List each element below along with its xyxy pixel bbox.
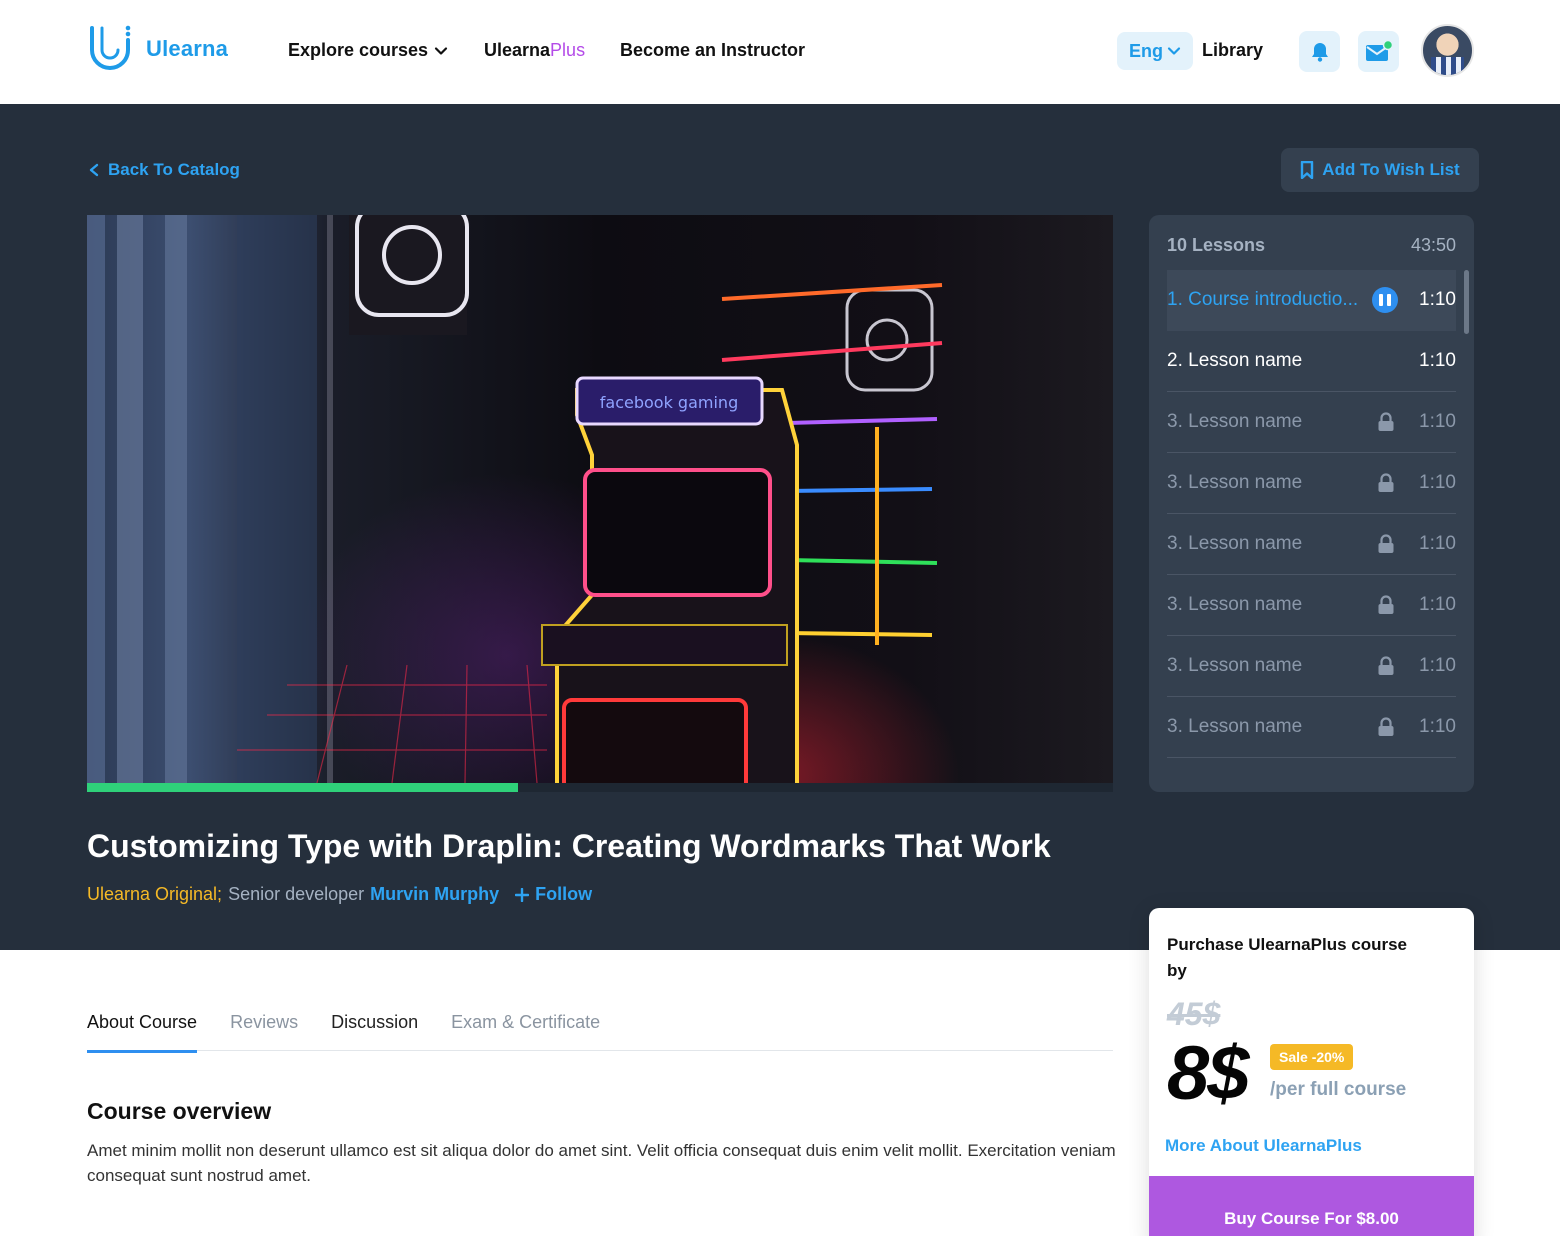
tab-exam-certificate[interactable]: Exam & Certificate <box>451 1012 600 1051</box>
wishlist-label: Add To Wish List <box>1322 160 1460 179</box>
top-header: Ulearna Explore courses UlearnaPlus Beco… <box>0 0 1560 104</box>
overview-text: Amet minim mollit non deserunt ullamco e… <box>87 1141 1116 1185</box>
messages-button[interactable] <box>1358 31 1399 72</box>
chevron-left-icon <box>89 163 99 177</box>
back-to-catalog-link[interactable]: Back To Catalog <box>88 160 240 180</box>
lock-icon <box>1376 717 1396 737</box>
overview-title: Course overview <box>87 1098 272 1124</box>
video-progress-fill <box>87 783 518 792</box>
lesson-name: 3. Lesson name <box>1167 533 1303 554</box>
language-select[interactable]: Eng <box>1117 32 1193 70</box>
lesson-name: 2. Lesson name <box>1167 350 1303 371</box>
lesson-item[interactable]: 3. Lesson name 1:10 <box>1167 575 1456 636</box>
lesson-duration: 1:10 <box>1419 350 1456 371</box>
more-about-plus-link[interactable]: More About UlearnaPlus <box>1165 1136 1362 1156</box>
language-value: Eng <box>1129 40 1163 61</box>
lesson-name: 3. Lesson name <box>1167 411 1303 432</box>
lesson-name: 3. Lesson name <box>1167 594 1303 615</box>
lesson-item[interactable]: 3. Lesson name 1:10 <box>1167 453 1456 514</box>
nav-instructor-label: Become an Instructor <box>620 40 806 60</box>
lesson-item[interactable]: 3. Lesson name 1:10 <box>1167 392 1456 453</box>
lesson-item[interactable]: 3. Lesson name 1:10 <box>1167 514 1456 575</box>
lessons-count: 10 Lessons <box>1167 235 1266 255</box>
lessons-header: 10 Lessons 43:50 <box>1167 235 1456 256</box>
lesson-name: 3. Lesson name <box>1167 716 1303 737</box>
lessons-panel: 10 Lessons 43:50 1. Course introductio..… <box>1149 215 1474 792</box>
lesson-duration: 1:10 <box>1419 655 1456 676</box>
notifications-button[interactable] <box>1299 31 1340 72</box>
lesson-list: 1. Course introductio... 1:10 2. Lesson na… <box>1167 270 1456 758</box>
nav-become-instructor[interactable]: Become an Instructor <box>620 40 805 61</box>
nav-library[interactable]: Library <box>1202 40 1263 61</box>
lesson-item[interactable]: 3. Lesson name 1:10 <box>1167 636 1456 697</box>
lesson-name: 3. Lesson name <box>1167 655 1303 676</box>
lock-icon <box>1376 473 1396 493</box>
lessons-scrollbar[interactable] <box>1464 270 1469 334</box>
chevron-down-icon <box>1167 47 1181 55</box>
svg-text:facebook gaming: facebook gaming <box>600 393 738 412</box>
nav-plus-base: Ulearna <box>484 40 551 60</box>
purchase-card: Purchase UlearnaPlus course by 45$ 8$ Sa… <box>1149 908 1474 1236</box>
lesson-duration: 1:10 <box>1419 411 1456 432</box>
chevron-down-icon <box>434 46 448 55</box>
video-frame: facebook gaming <box>87 215 943 783</box>
lesson-item[interactable]: 2. Lesson name 1:10 <box>1167 331 1456 392</box>
back-label: Back To Catalog <box>108 160 240 179</box>
old-price: 45$ <box>1167 996 1221 1032</box>
nav-plus-suffix: Plus <box>550 40 586 60</box>
tab-about-course[interactable]: About Course <box>87 1012 198 1053</box>
avatar[interactable] <box>1421 24 1474 77</box>
buy-course-button[interactable]: Buy Course For $8.00 <box>1149 1176 1474 1236</box>
bookmark-icon <box>1301 161 1314 179</box>
lock-icon <box>1376 534 1396 554</box>
follow-label: Follow <box>535 884 593 904</box>
tab-discussion[interactable]: Discussion <box>331 1012 418 1051</box>
lesson-duration: 1:10 <box>1419 716 1456 737</box>
brand-name: Ulearna <box>146 36 229 61</box>
video-progress-bar[interactable] <box>87 783 1113 792</box>
brand-logo[interactable]: Ulearna <box>86 24 228 74</box>
video-player[interactable]: facebook gaming <box>87 215 1113 783</box>
buy-label: Buy Course For $8.00 <box>1224 1209 1399 1228</box>
lock-icon <box>1376 412 1396 432</box>
lesson-item[interactable]: 1. Course introductio... 1:10 <box>1167 270 1456 331</box>
lesson-duration: 1:10 <box>1419 289 1456 310</box>
lesson-item[interactable]: 3. Lesson name 1:10 <box>1167 697 1456 758</box>
lesson-name: 3. Lesson name <box>1167 472 1303 493</box>
course-meta: Ulearna Original; Senior developer Murvi… <box>87 884 592 905</box>
pause-icon[interactable] <box>1372 287 1398 313</box>
sale-badge: Sale -20% <box>1270 1044 1354 1070</box>
nav-explore-courses[interactable]: Explore courses <box>288 40 448 61</box>
ulearna-logo-icon <box>90 25 131 70</box>
follow-button[interactable]: Follow <box>515 884 592 905</box>
lesson-name: 1. Course introductio... <box>1167 289 1359 310</box>
author-link[interactable]: Murvin Murphy <box>370 884 499 905</box>
lock-icon <box>1376 656 1396 676</box>
author-role: Senior developer <box>228 884 365 904</box>
nav-explore-label: Explore courses <box>288 40 429 60</box>
mail-icon <box>1365 39 1393 61</box>
course-tabs: About Course Reviews Discussion Exam & C… <box>87 1012 1113 1053</box>
nav-ulearna-plus[interactable]: UlearnaPlus <box>484 40 585 61</box>
per-course-label: /per full course <box>1270 1079 1407 1100</box>
tab-reviews[interactable]: Reviews <box>230 1012 298 1051</box>
original-label: Ulearna Original; <box>87 884 223 904</box>
course-title: Customizing Type with Draplin: Creating … <box>87 828 1051 864</box>
lesson-duration: 1:10 <box>1419 594 1456 615</box>
lessons-total-duration: 43:50 <box>1410 235 1456 255</box>
new-price: 8$ <box>1167 1031 1250 1116</box>
bell-icon <box>1311 42 1328 62</box>
lesson-duration: 1:10 <box>1419 472 1456 493</box>
lesson-duration: 1:10 <box>1419 533 1456 554</box>
lock-icon <box>1376 595 1396 615</box>
add-to-wishlist-button[interactable]: Add To Wish List <box>1281 148 1479 192</box>
plus-icon <box>515 887 530 902</box>
purchase-title: Purchase UlearnaPlus course by <box>1167 935 1408 980</box>
